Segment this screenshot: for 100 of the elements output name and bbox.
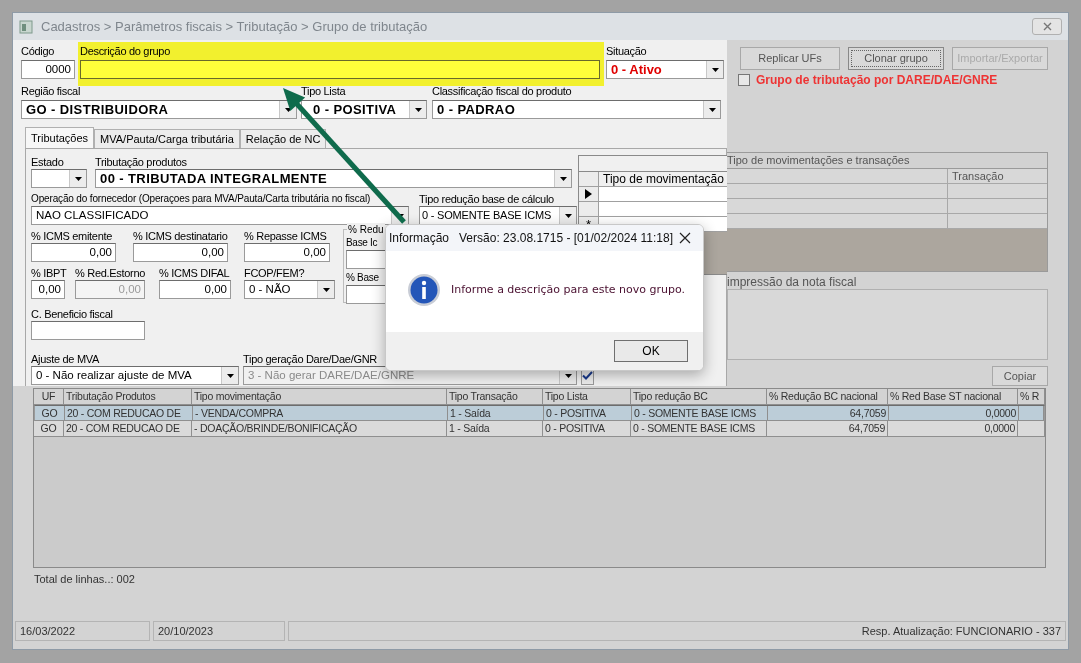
group-title: % Redu xyxy=(347,223,385,236)
caret-icon xyxy=(564,213,572,218)
table-cell: 64,7059 xyxy=(768,406,889,420)
dropdown[interactable]: 0 - NÃO xyxy=(244,280,335,299)
caret-icon xyxy=(414,107,422,112)
field-label: % ICMS emitente xyxy=(31,229,113,243)
status-text: Resp. Atualização: FUNCIONARIO - 337 xyxy=(288,621,1066,641)
input-field[interactable]: 0,00 xyxy=(244,243,330,262)
caret-icon xyxy=(708,107,716,112)
field-label: Código xyxy=(21,44,55,59)
table-cell: 0,0000 xyxy=(888,421,1018,436)
table-row[interactable]: GO 20 - COM REDUCAO DE - VENDA/COMPRA 1 - Saída 0 - POSITIVA 0 - SOMENTE BASE ICMS 64,7059 0,0000 xyxy=(34,405,1045,421)
table-cell: GO xyxy=(35,406,65,420)
dialog-message: Informe a descrição para este novo grupo. xyxy=(451,283,685,296)
column-header: UF xyxy=(34,389,64,404)
field-label: % Red.Estorno xyxy=(75,266,146,280)
tab[interactable]: Relação de NC xyxy=(239,129,327,148)
column-header: % R xyxy=(1018,389,1045,404)
button[interactable]: Replicar UFs xyxy=(740,47,840,70)
ok-button[interactable]: OK xyxy=(614,340,688,362)
column-header: Transação xyxy=(948,169,1047,183)
app-icon xyxy=(19,19,33,34)
field-label: FCOP/FEM? xyxy=(244,266,305,280)
button[interactable]: Clonar grupo xyxy=(848,47,944,70)
row-count: Total de linhas..: 002 xyxy=(34,572,136,586)
tab[interactable]: Tributações xyxy=(25,127,95,148)
copy-button[interactable]: Copiar xyxy=(992,366,1048,386)
field-label: Região fiscal xyxy=(21,84,81,99)
checkbox[interactable] xyxy=(738,74,750,86)
field-label: Tipo Lista xyxy=(301,84,346,99)
table-cell: 0 - POSITIVA xyxy=(543,421,631,436)
close-icon xyxy=(1042,22,1052,31)
field-label: % ICMS DIFAL xyxy=(159,266,230,280)
row-pointer-icon xyxy=(585,189,592,199)
caret-icon xyxy=(284,107,292,112)
checkbox-label: Grupo de tributação por DARE/DAE/GNRE xyxy=(756,73,998,87)
input-field[interactable] xyxy=(31,321,145,340)
column-header: Tipo Lista xyxy=(543,389,631,404)
caret-icon xyxy=(74,176,82,181)
field-label: % Base xyxy=(346,271,379,285)
input-field[interactable]: 0,00 xyxy=(31,243,116,262)
close-button[interactable] xyxy=(1032,18,1062,35)
check-icon xyxy=(582,371,593,380)
field-label: Descrição do grupo xyxy=(80,44,170,59)
column-header: % Redução BC nacional xyxy=(767,389,888,404)
field-label: C. Beneficio fiscal xyxy=(31,307,113,321)
caret-icon xyxy=(711,67,719,72)
field-label: Tributação produtos xyxy=(95,155,187,169)
caret-icon xyxy=(226,373,234,378)
table-cell: GO xyxy=(34,421,64,436)
field-label: Ajuste de MVA xyxy=(31,352,100,366)
table-cell: - VENDA/COMPRA xyxy=(193,406,448,420)
input-field[interactable]: 0,00 xyxy=(31,280,65,299)
column-header: Tipo movimentação xyxy=(192,389,447,404)
column-header: Tipo redução BC xyxy=(631,389,767,404)
field-label: Tipo redução base de cálculo xyxy=(419,192,554,206)
dropdown[interactable]: 0 - PADRAO xyxy=(432,100,721,119)
table-cell: 0 - SOMENTE BASE ICMS xyxy=(631,421,767,436)
new-row-marker: * xyxy=(585,217,592,231)
status-text: 16/03/2022 xyxy=(15,621,150,641)
status-text: 20/10/2023 xyxy=(153,621,285,641)
field-label: % ICMS destinatario xyxy=(133,229,228,243)
dropdown[interactable]: 0 - Não realizar ajuste de MVA xyxy=(31,366,239,385)
field-label: Tipo geração Dare/Dae/GNR xyxy=(243,352,377,366)
dialog-title: Informação Versão: 23.08.1715 - [01/02/2024 11:18] xyxy=(389,231,674,245)
field-label: Situação xyxy=(606,44,647,59)
dropdown[interactable]: 0 - Ativo xyxy=(606,60,724,79)
table-row[interactable]: GO 20 - COM REDUCAO DE - DOAÇÃO/BRINDE/BONIFICAÇÃO 1 - Saída 0 - POSITIVA 0 - SOMENTE BASE ICMS 64,7059 0,0000 xyxy=(34,421,1045,437)
close-icon[interactable] xyxy=(679,232,691,244)
dropdown[interactable]: 00 - TRIBUTADA INTEGRALMENTE xyxy=(95,169,572,188)
table-cell: 1 - Saída xyxy=(447,421,543,436)
caret-icon xyxy=(559,176,567,181)
table-cell: 0 - POSITIVA xyxy=(544,406,632,420)
dropdown[interactable] xyxy=(31,169,87,188)
table-cell: - DOAÇÃO/BRINDE/BONIFICAÇÃO xyxy=(192,421,447,436)
field-label: Base Ic xyxy=(346,236,378,250)
table-cell: 20 - COM REDUCAO DE xyxy=(65,406,193,420)
column-header: % Red Base ST nacional xyxy=(888,389,1018,404)
tab[interactable]: MVA/Pauta/Carga tributária xyxy=(94,129,240,148)
dropdown[interactable]: GO - DISTRIBUIDORA xyxy=(21,100,297,119)
input-field[interactable]: 0,00 xyxy=(133,243,228,262)
dropdown[interactable]: 0 - POSITIVA xyxy=(301,100,427,119)
window-title: Cadastros > Parâmetros fiscais > Tributação > Grupo de tributação xyxy=(41,19,429,34)
table-cell: 0 - SOMENTE BASE ICMS xyxy=(632,406,768,420)
column-header: Tributação Produtos xyxy=(64,389,192,404)
caret-icon xyxy=(564,373,572,378)
field-label: % IBPT xyxy=(31,266,67,280)
table-cell: 64,7059 xyxy=(767,421,888,436)
field-label: impressão da nota fiscal xyxy=(727,275,858,289)
input-field[interactable]: 0,00 xyxy=(159,280,231,299)
table-cell: 0,0000 xyxy=(889,406,1019,420)
table-cell: 20 - COM REDUCAO DE xyxy=(64,421,192,436)
field-label: % Repasse ICMS xyxy=(244,229,327,243)
field-label: Classificação fiscal do produto xyxy=(432,84,572,99)
input-field[interactable] xyxy=(80,60,600,79)
caret-icon xyxy=(322,287,330,292)
input-field[interactable]: 0000 xyxy=(21,60,75,79)
table-cell: 1 - Saída xyxy=(448,406,544,420)
dropdown[interactable]: NAO CLASSIFICADO xyxy=(31,206,409,225)
column-header: Tipo Transação xyxy=(447,389,543,404)
